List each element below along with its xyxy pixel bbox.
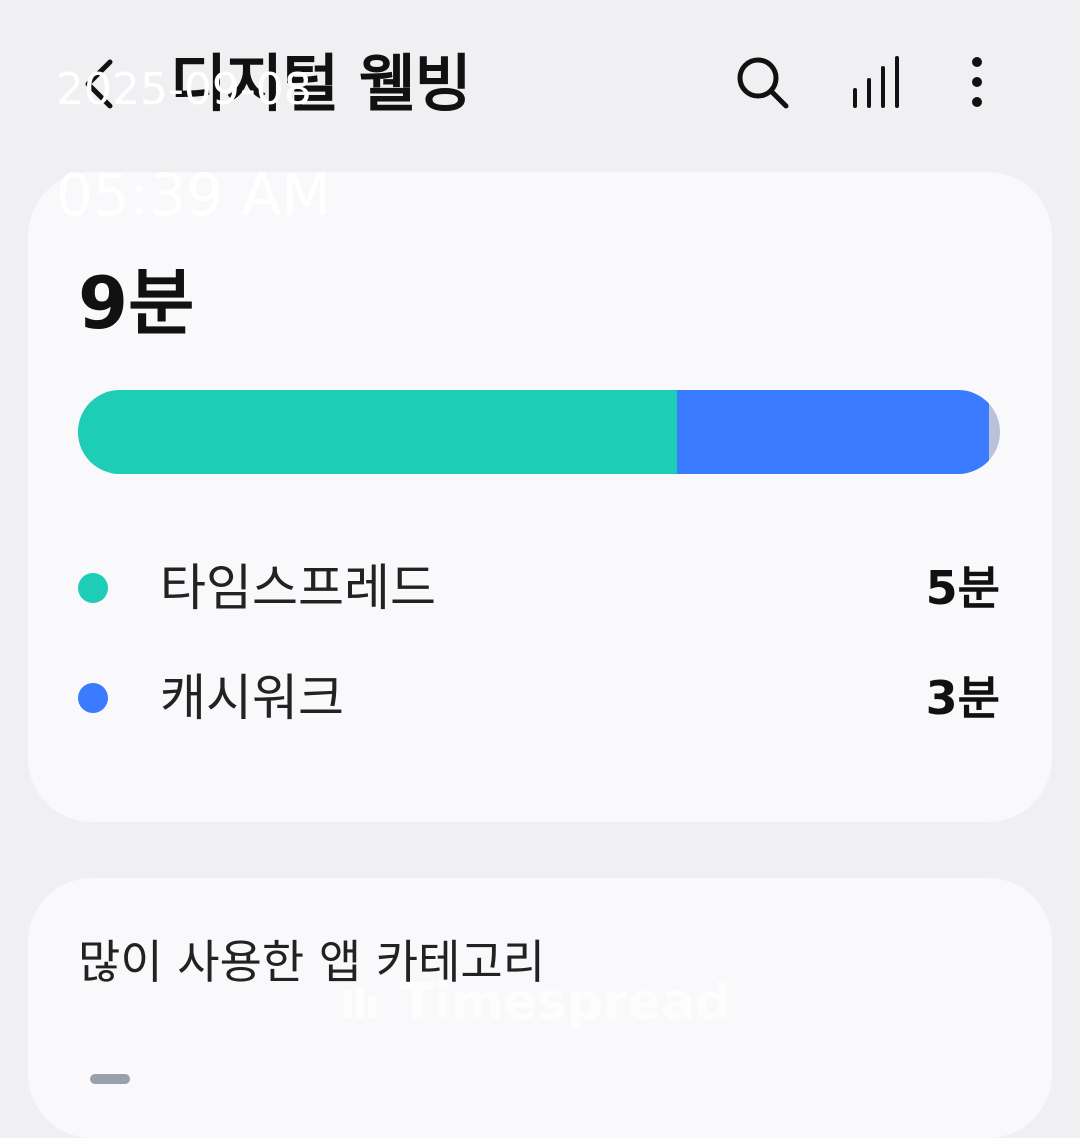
watermark-text: Timespread	[400, 973, 731, 1031]
timespread-logo-icon	[340, 982, 380, 1022]
legend-label: 타임스프레드	[160, 559, 436, 617]
legend-value: 3분	[925, 671, 1000, 725]
usage-bar-segment	[78, 390, 678, 474]
legend-dot	[78, 683, 108, 713]
more-options-button[interactable]	[945, 50, 1009, 114]
watermark: Timespread	[340, 970, 731, 1034]
usage-bar-segment	[677, 390, 989, 474]
search-icon	[737, 57, 789, 109]
total-usage-time: 9분	[78, 261, 195, 345]
usage-stacked-bar	[78, 390, 1000, 474]
more-vertical-icon	[972, 57, 982, 107]
timestamp-time: 05:39 AM	[56, 161, 332, 229]
legend-label: 캐시워크	[160, 669, 344, 727]
legend-row-timespread[interactable]: 타임스프레드 5분	[78, 553, 1000, 623]
timestamp-date: 2025-09-08	[56, 64, 312, 115]
bar-chart-icon	[853, 56, 899, 108]
legend-row-cashwalk[interactable]: 캐시워크 3분	[78, 663, 1000, 733]
legend-value: 5분	[925, 561, 1000, 615]
category-icon	[90, 1074, 130, 1084]
search-button[interactable]	[730, 50, 794, 114]
usage-summary-card[interactable]: 9분 타임스프레드 5분 캐시워크 3분	[28, 172, 1052, 822]
statistics-button[interactable]	[845, 50, 909, 114]
legend-dot	[78, 573, 108, 603]
